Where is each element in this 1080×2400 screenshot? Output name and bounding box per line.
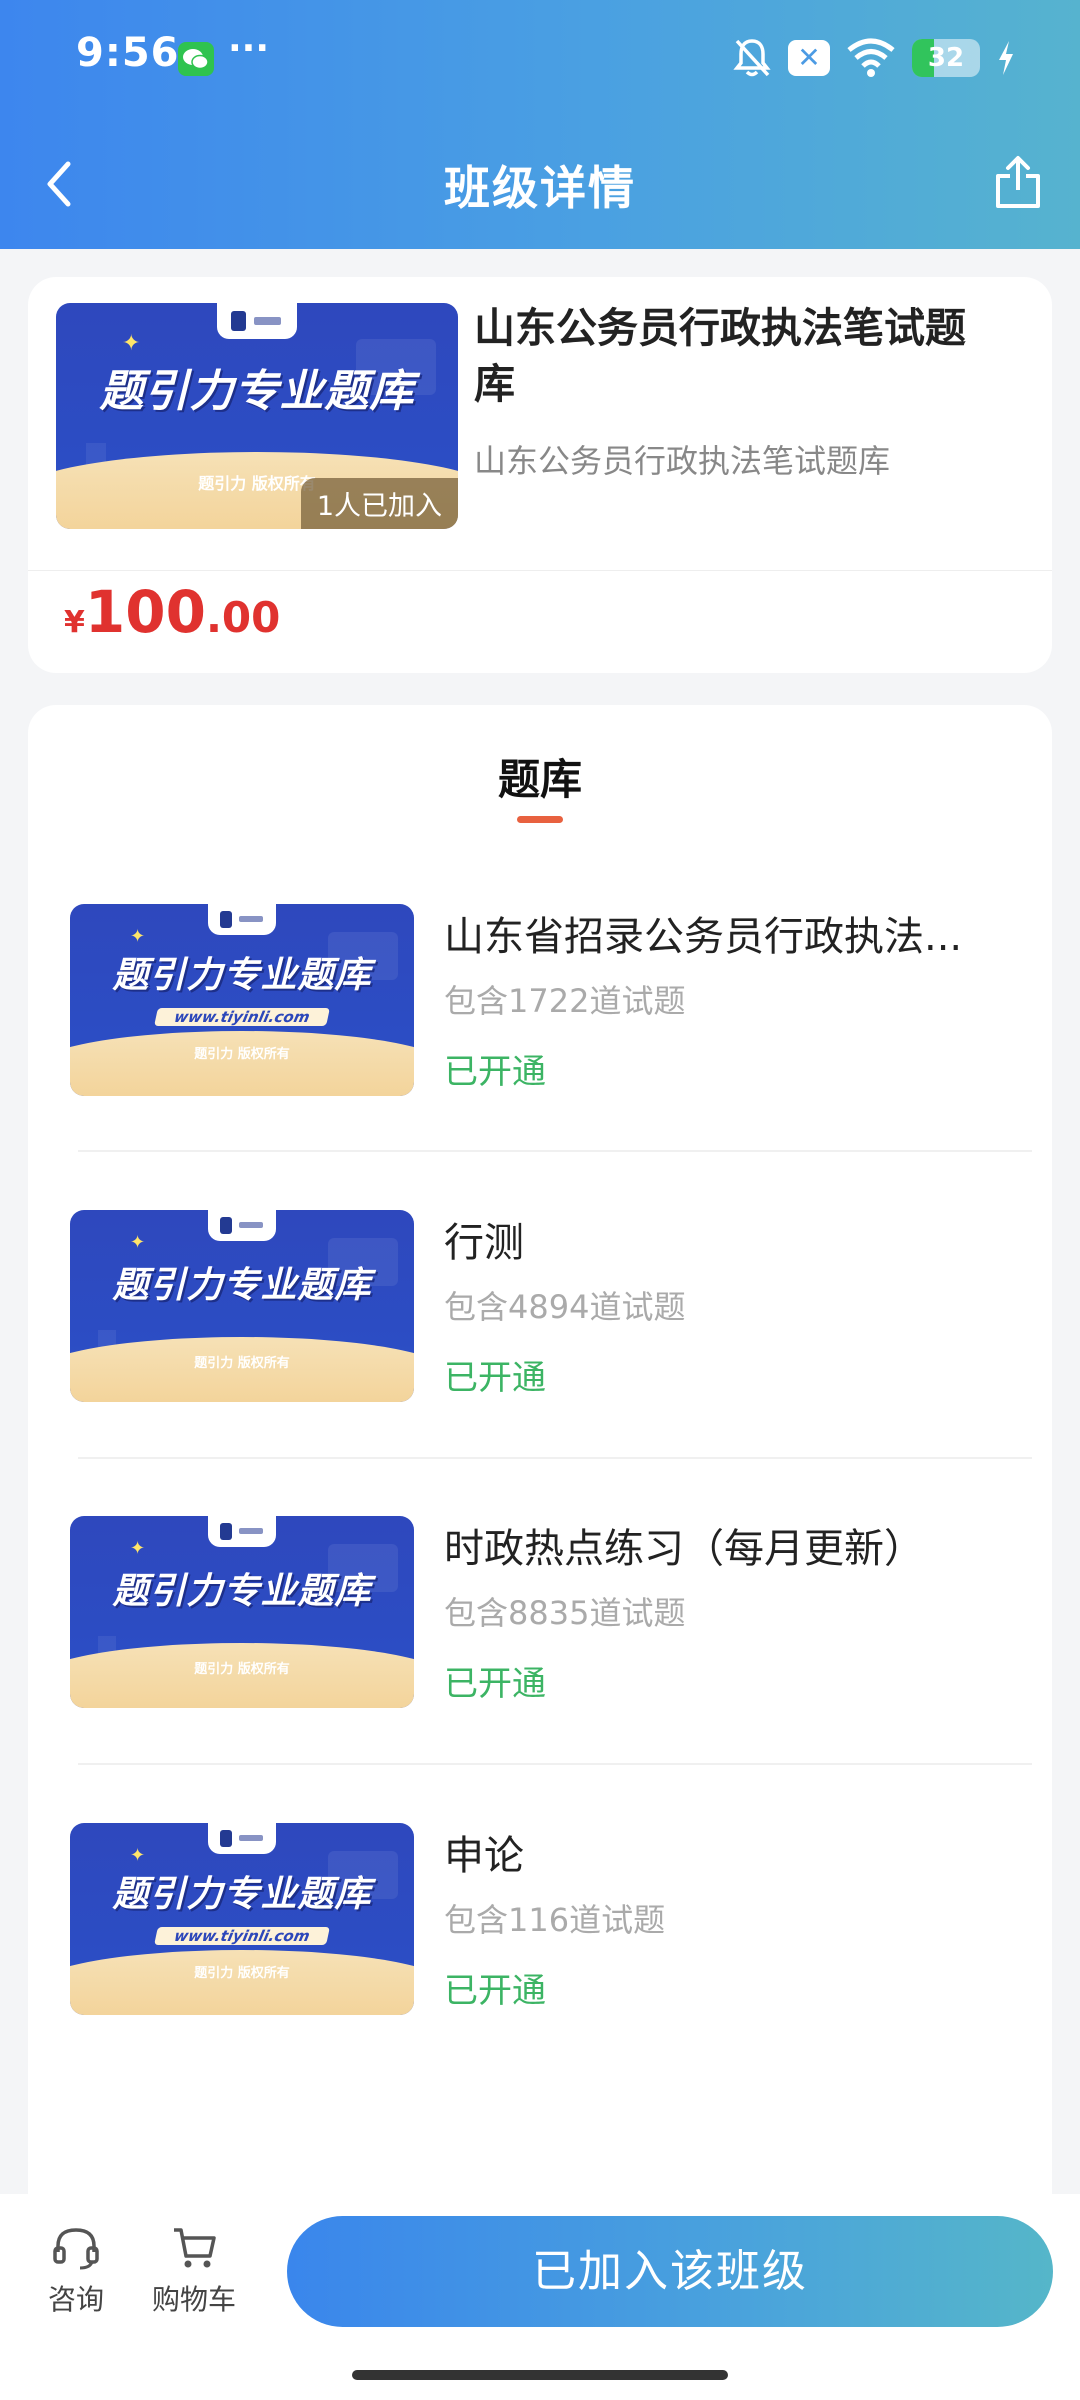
- price-decimal: .00: [205, 593, 281, 642]
- wechat-icon: [178, 42, 214, 76]
- bank-list-item[interactable]: ✦ 题引力专业题库 题引力 版权所有 行测 包含4894道试题 已开通: [28, 1210, 1052, 1516]
- bank-cover-image: ✦ 题引力专业题库 题引力 版权所有: [70, 1516, 414, 1708]
- star-icon: ✦: [130, 1845, 146, 1866]
- class-cover-image: ✦ 题引力专业题库 题引力 版权所有 1人已加入: [56, 303, 458, 529]
- joined-count-badge: 1人已加入: [300, 478, 458, 529]
- bank-status: 已开通: [444, 1664, 546, 1704]
- status-time: 9:56: [76, 30, 180, 76]
- divider: [28, 570, 1052, 571]
- class-title: 山东公务员行政执法笔试题库: [474, 304, 966, 408]
- bank-question-count: 包含116道试题: [444, 1901, 666, 1939]
- more-notifications-icon: ···: [228, 28, 270, 69]
- share-icon[interactable]: [990, 152, 1046, 212]
- cover-logo-tab: [216, 303, 298, 340]
- cover-url: www.tiyinli.com: [154, 1008, 330, 1026]
- star-icon: ✦: [130, 1232, 146, 1253]
- divider: [78, 1763, 1032, 1765]
- section-underline: [517, 816, 563, 823]
- bank-question-count: 包含8835道试题: [444, 1594, 686, 1632]
- bank-list-item[interactable]: ✦ 题引力专业题库 www.tiyinli.com 题引力 版权所有 申论 包含…: [28, 1823, 1052, 2129]
- page-title: 班级详情: [444, 161, 636, 215]
- cover-copyright: 题引力 版权所有: [194, 1662, 290, 1677]
- divider: [78, 1150, 1032, 1152]
- bank-cover-image: ✦ 题引力专业题库 www.tiyinli.com 题引力 版权所有: [70, 1823, 414, 2015]
- bank-question-count: 包含4894道试题: [444, 1288, 686, 1326]
- cover-copyright: 题引力 版权所有: [194, 1966, 290, 1981]
- cover-copyright: 题引力 版权所有: [194, 1047, 290, 1062]
- cover-copyright: 题引力 版权所有: [194, 1356, 290, 1371]
- cover-logo-tab: [207, 1516, 277, 1547]
- status-icons: ✕ 32: [732, 36, 1016, 80]
- cover-logo-tab: [207, 1210, 277, 1241]
- cover-wave: [70, 1949, 414, 2015]
- divider: [78, 1457, 1032, 1459]
- bank-question-count: 包含1722道试题: [444, 982, 686, 1020]
- star-icon: ✦: [122, 331, 141, 356]
- bank-title: 山东省招录公务员行政执法...: [444, 914, 963, 960]
- cover-headline: 题引力专业题库: [112, 1571, 372, 1612]
- wifi-icon: [847, 38, 895, 77]
- status-bar: 9:56 ··· ✕ 32: [0, 0, 1080, 120]
- battery-icon: 32: [912, 39, 980, 77]
- consult-button[interactable]: 咨询: [16, 2222, 136, 2318]
- cover-headline: 题引力专业题库: [99, 366, 415, 417]
- cover-wave: [70, 1030, 414, 1096]
- cover-headline: 题引力专业题库: [112, 1874, 372, 1915]
- bank-title: 申论: [444, 1833, 524, 1879]
- bank-list-item[interactable]: ✦ 题引力专业题库 www.tiyinli.com 题引力 版权所有 山东省招录…: [28, 904, 1052, 1210]
- bank-status: 已开通: [444, 1358, 546, 1398]
- bank-status: 已开通: [444, 1971, 546, 2011]
- price-integer: 100: [84, 578, 206, 646]
- bank-status: 已开通: [444, 1052, 546, 1092]
- star-icon: ✦: [130, 926, 146, 947]
- cover-logo-tab: [207, 1823, 277, 1854]
- bank-cover-image: ✦ 题引力专业题库 题引力 版权所有: [70, 1210, 414, 1402]
- bank-list-item[interactable]: ✦ 题引力专业题库 题引力 版权所有 时政热点练习（每月更新） 包含8835道试…: [28, 1516, 1052, 1822]
- cart-label: 购物车: [151, 2283, 236, 2316]
- home-indicator[interactable]: [352, 2370, 728, 2380]
- section-title: 题库: [497, 755, 582, 804]
- consult-label: 咨询: [47, 2283, 104, 2316]
- price-currency: ¥: [64, 605, 85, 640]
- x-badge-icon: ✕: [788, 40, 830, 76]
- header: 9:56 ··· ✕ 32 班级详情: [0, 0, 1080, 249]
- bank-cover-image: ✦ 题引力专业题库 www.tiyinli.com 题引力 版权所有: [70, 904, 414, 1096]
- class-subtitle: 山东公务员行政执法笔试题库: [474, 442, 891, 480]
- battery-level: 32: [927, 43, 965, 73]
- cart-icon: [174, 2228, 216, 2268]
- cart-button[interactable]: 购物车: [134, 2222, 254, 2318]
- cover-logo-tab: [207, 904, 277, 935]
- cover-headline: 题引力专业题库: [112, 955, 372, 996]
- cover-headline: 题引力专业题库: [112, 1265, 372, 1306]
- cover-url: www.tiyinli.com: [154, 1927, 330, 1945]
- joined-class-button[interactable]: 已加入该班级: [287, 2216, 1053, 2327]
- charging-icon: [999, 41, 1013, 75]
- class-price: ¥100.00: [64, 578, 280, 646]
- bell-muted-icon: [733, 39, 771, 77]
- headset-icon: [53, 2228, 99, 2270]
- star-icon: ✦: [130, 1538, 146, 1559]
- bank-title: 行测: [444, 1220, 524, 1266]
- bank-title: 时政热点练习（每月更新）: [444, 1526, 924, 1572]
